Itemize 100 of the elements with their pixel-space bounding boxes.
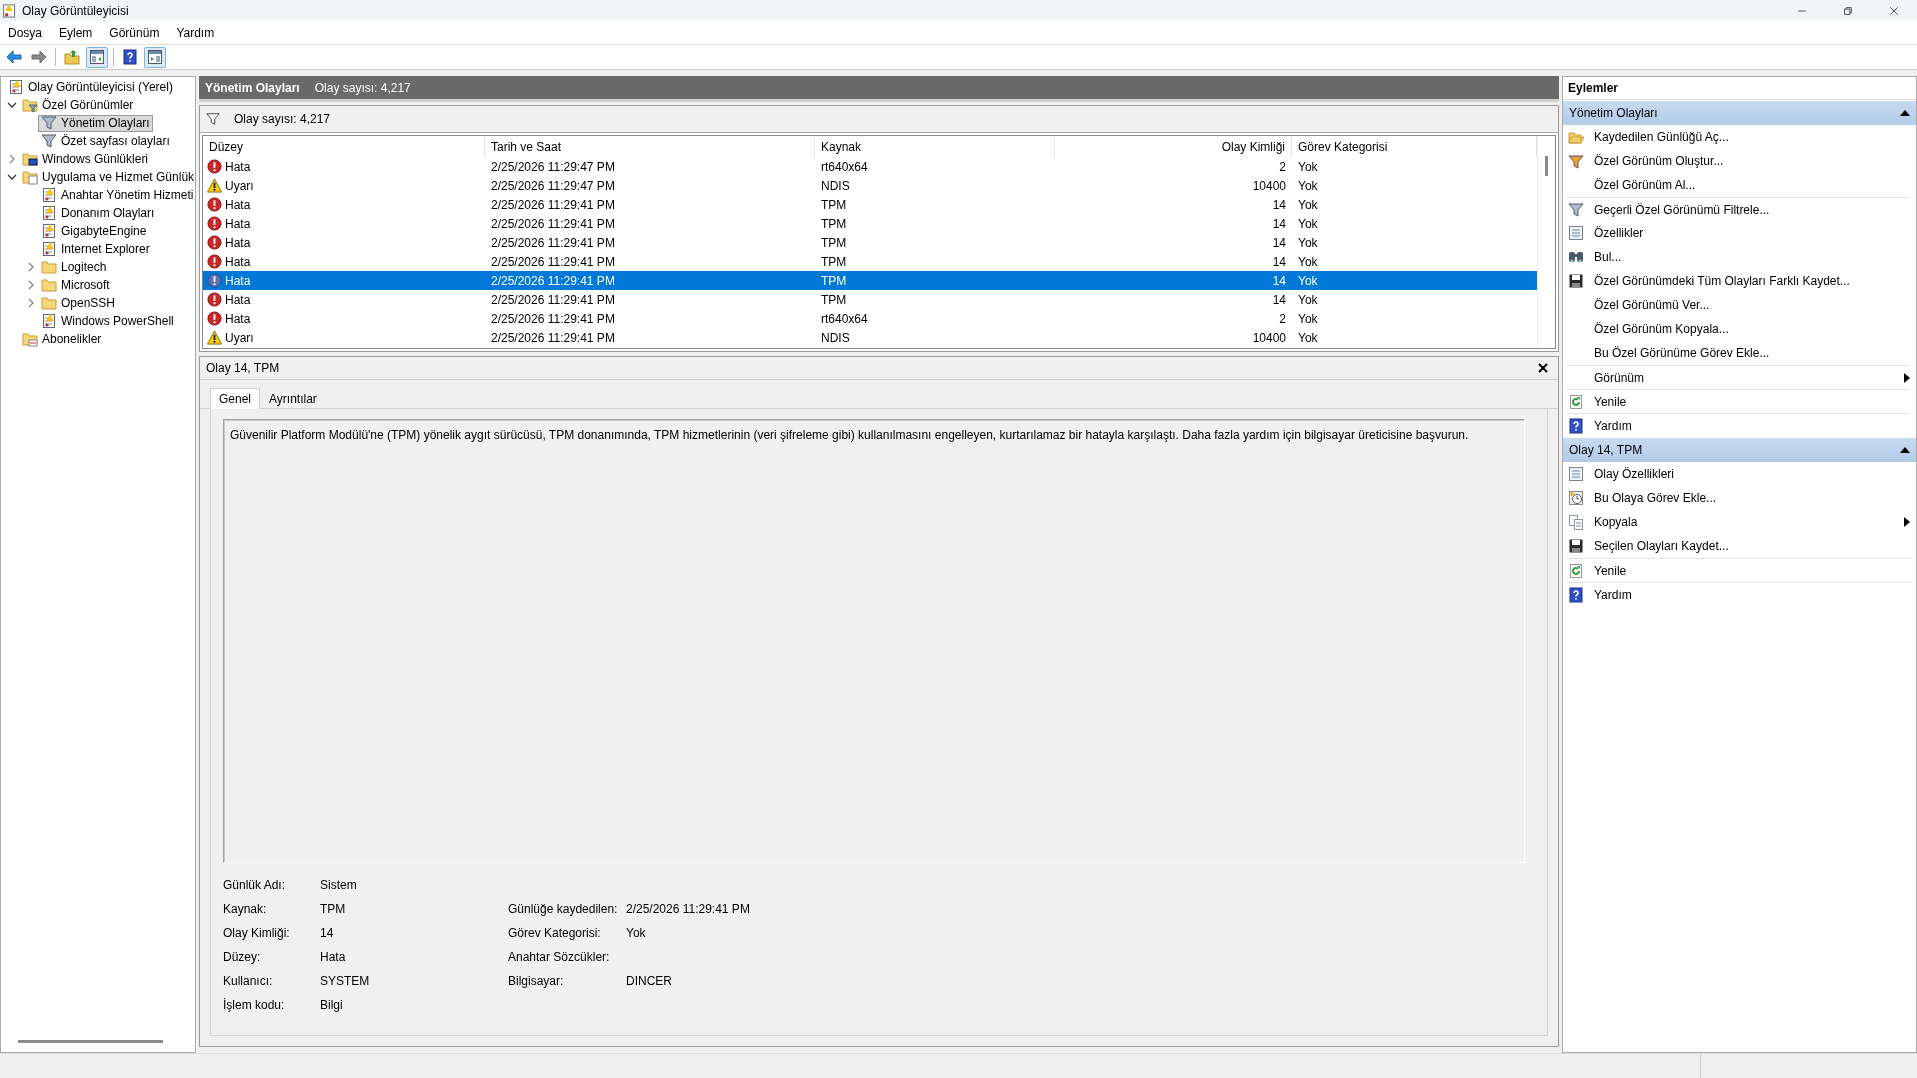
- section-header[interactable]: Yönetim Olayları: [1563, 101, 1916, 125]
- error-icon: [207, 235, 222, 250]
- table-cell-text: 14: [1271, 254, 1287, 269]
- tree-item[interactable]: GigabyteEngine: [38, 222, 150, 240]
- tree-item[interactable]: Microsoft: [38, 276, 113, 294]
- actions-title: Eylemler: [1563, 77, 1916, 100]
- field-value: Bilgi: [320, 997, 344, 1014]
- log-icon: [41, 241, 57, 257]
- field-label: Anahtar Sözcükler:: [508, 949, 611, 966]
- action-item[interactable]: Kopyala: [1566, 510, 1910, 534]
- tree-item[interactable]: Yönetim Olayları: [38, 114, 153, 132]
- table-cell-text: Yok: [1297, 273, 1319, 288]
- column-header[interactable]: Tarih ve Saat: [485, 136, 815, 157]
- menu-item[interactable]: Dosya: [2, 23, 48, 42]
- action-item[interactable]: Bu Olaya Görev Ekle...: [1566, 486, 1910, 510]
- tree-item[interactable]: Olay Görüntüleyicisi (Yerel): [5, 78, 176, 96]
- action-item[interactable]: Geçerli Özel Görünümü Filtrele...: [1566, 197, 1910, 221]
- folder-monitor-icon: [22, 151, 38, 167]
- action-item[interactable]: Yardım: [1566, 413, 1910, 437]
- tree-item[interactable]: OpenSSH: [38, 294, 119, 312]
- action-item[interactable]: Özel Görünüm Al...: [1566, 173, 1910, 197]
- table-row[interactable]: Hata 2/25/2026 11:29:41 PM TPM 14 Yok: [203, 214, 1537, 233]
- action-item[interactable]: Olay Özellikleri: [1566, 462, 1910, 486]
- action-item[interactable]: Özellikler: [1566, 221, 1910, 245]
- folder-funnel-icon: [22, 97, 38, 113]
- collapse-chevron-icon[interactable]: [7, 172, 17, 182]
- table-row[interactable]: Hata 2/25/2026 11:29:47 PM rt640x64 2 Yok: [203, 157, 1537, 176]
- section-title: Yönetim Olayları: [1569, 106, 1659, 120]
- warning-icon: [207, 178, 222, 193]
- table-cell-text: 2/25/2026 11:29:47 PM: [490, 178, 616, 193]
- tree-item[interactable]: Windows PowerShell: [38, 312, 177, 330]
- action-item[interactable]: Özel Görünüm Kopyala...: [1566, 317, 1910, 341]
- window-icon: [1568, 225, 1584, 241]
- tree-pane-button[interactable]: [86, 46, 108, 68]
- action-item[interactable]: Bul...: [1566, 245, 1910, 269]
- table-row[interactable]: Hata 2/25/2026 11:29:41 PM TPM 14 Yok: [203, 290, 1537, 309]
- table-cell-text: Yok: [1297, 292, 1319, 307]
- action-item[interactable]: Yenile: [1566, 389, 1910, 413]
- action-item[interactable]: Seçilen Olayları Kaydet...: [1566, 534, 1910, 558]
- field-label: İşlem kodu:: [223, 997, 286, 1014]
- table-cell-text: Yok: [1297, 311, 1319, 326]
- table-cell-text: TPM: [820, 292, 848, 307]
- tree-item[interactable]: Özet sayfası olayları: [38, 132, 173, 150]
- field-value: Hata: [320, 949, 347, 966]
- table-row[interactable]: Uyarı 2/25/2026 11:29:47 PM NDIS 10400 Yok: [203, 176, 1537, 195]
- table-row[interactable]: Uyarı 2/25/2026 11:29:41 PM NDIS 10400 Yok: [203, 328, 1537, 347]
- expand-chevron-icon[interactable]: [26, 262, 36, 272]
- column-header[interactable]: Kaynak: [815, 136, 1055, 157]
- tree-item[interactable]: Donanım Olayları: [38, 204, 158, 222]
- column-header[interactable]: Düzey: [203, 136, 485, 157]
- table-row[interactable]: Hata 2/25/2026 11:29:41 PM TPM 14 Yok: [203, 195, 1537, 214]
- level-text: Hata: [225, 216, 251, 231]
- expand-chevron-icon[interactable]: [26, 280, 36, 290]
- tree-item[interactable]: Uygulama ve Hizmet Günlük: [19, 168, 195, 186]
- scrollbar-thumb[interactable]: [1545, 156, 1548, 176]
- tree-item[interactable]: Özel Görünümler: [19, 96, 137, 114]
- detail-title: Olay 14, TPM: [206, 361, 280, 375]
- scrollbar-thumb[interactable]: [18, 1040, 163, 1043]
- action-item[interactable]: Özel Görünüm Oluştur...: [1566, 149, 1910, 173]
- pane-icon: [147, 49, 163, 65]
- help-icon: [122, 49, 138, 65]
- table-row[interactable]: Hata 2/25/2026 11:29:41 PM TPM 14 Yok: [203, 252, 1537, 271]
- window-title: Olay Görüntüleyicisi: [22, 3, 129, 18]
- expand-chevron-icon[interactable]: [7, 154, 17, 164]
- folder-document-icon: [22, 169, 38, 185]
- tree-item[interactable]: Logitech: [38, 258, 110, 276]
- table-cell-text: 14: [1271, 273, 1287, 288]
- section-header[interactable]: Olay 14, TPM: [1563, 438, 1916, 462]
- clock-icon: [1568, 490, 1584, 506]
- field-value: SYSTEM: [320, 973, 371, 990]
- tree-item[interactable]: Anahtar Yönetim Hizmeti: [38, 186, 195, 204]
- expand-chevron-icon[interactable]: [26, 298, 36, 308]
- tree-item[interactable]: Windows Günlükleri: [19, 150, 152, 168]
- action-pane-button[interactable]: [144, 46, 166, 68]
- action-item[interactable]: Bu Özel Görünüme Görev Ekle...: [1566, 341, 1910, 365]
- submenu-arrow-icon: [1904, 517, 1910, 527]
- tree-item[interactable]: Abonelikler: [19, 330, 105, 348]
- table-cell-text: NDIS: [820, 330, 851, 345]
- level-text: Hata: [225, 235, 251, 250]
- action-item[interactable]: Özel Görünümü Ver...: [1566, 293, 1910, 317]
- action-item[interactable]: Yenile: [1566, 558, 1910, 582]
- table-cell-text: Yok: [1297, 235, 1319, 250]
- table-row[interactable]: Hata 2/25/2026 11:29:41 PM rt640x64 2 Yok: [203, 309, 1537, 328]
- level-text: Hata: [225, 159, 251, 174]
- table-cell-text: 2/25/2026 11:29:41 PM: [490, 292, 616, 307]
- tab[interactable]: Genel: [210, 388, 261, 409]
- table-cell-text: Yok: [1297, 197, 1319, 212]
- menu-item[interactable]: Eylem: [53, 23, 99, 42]
- menu-item[interactable]: Görünüm: [103, 23, 166, 42]
- collapse-chevron-icon[interactable]: [7, 100, 17, 110]
- tab[interactable]: Ayrıntılar: [260, 388, 326, 408]
- action-item[interactable]: Yardım: [1566, 582, 1910, 606]
- action-item[interactable]: Görünüm: [1566, 365, 1910, 389]
- tree-item[interactable]: Internet Explorer: [38, 240, 153, 258]
- column-header[interactable]: Olay Kimliği: [1055, 136, 1292, 157]
- menu-item[interactable]: Yardım: [170, 23, 221, 42]
- table-row[interactable]: Hata 2/25/2026 11:29:41 PM TPM 14 Yok: [203, 271, 1537, 290]
- action-item[interactable]: Özel Görünümdeki Tüm Olayları Farklı Kaydet...: [1566, 269, 1910, 293]
- table-row[interactable]: Hata 2/25/2026 11:29:41 PM TPM 14 Yok: [203, 233, 1537, 252]
- action-item[interactable]: Kaydedilen Günlüğü Aç...: [1566, 125, 1910, 149]
